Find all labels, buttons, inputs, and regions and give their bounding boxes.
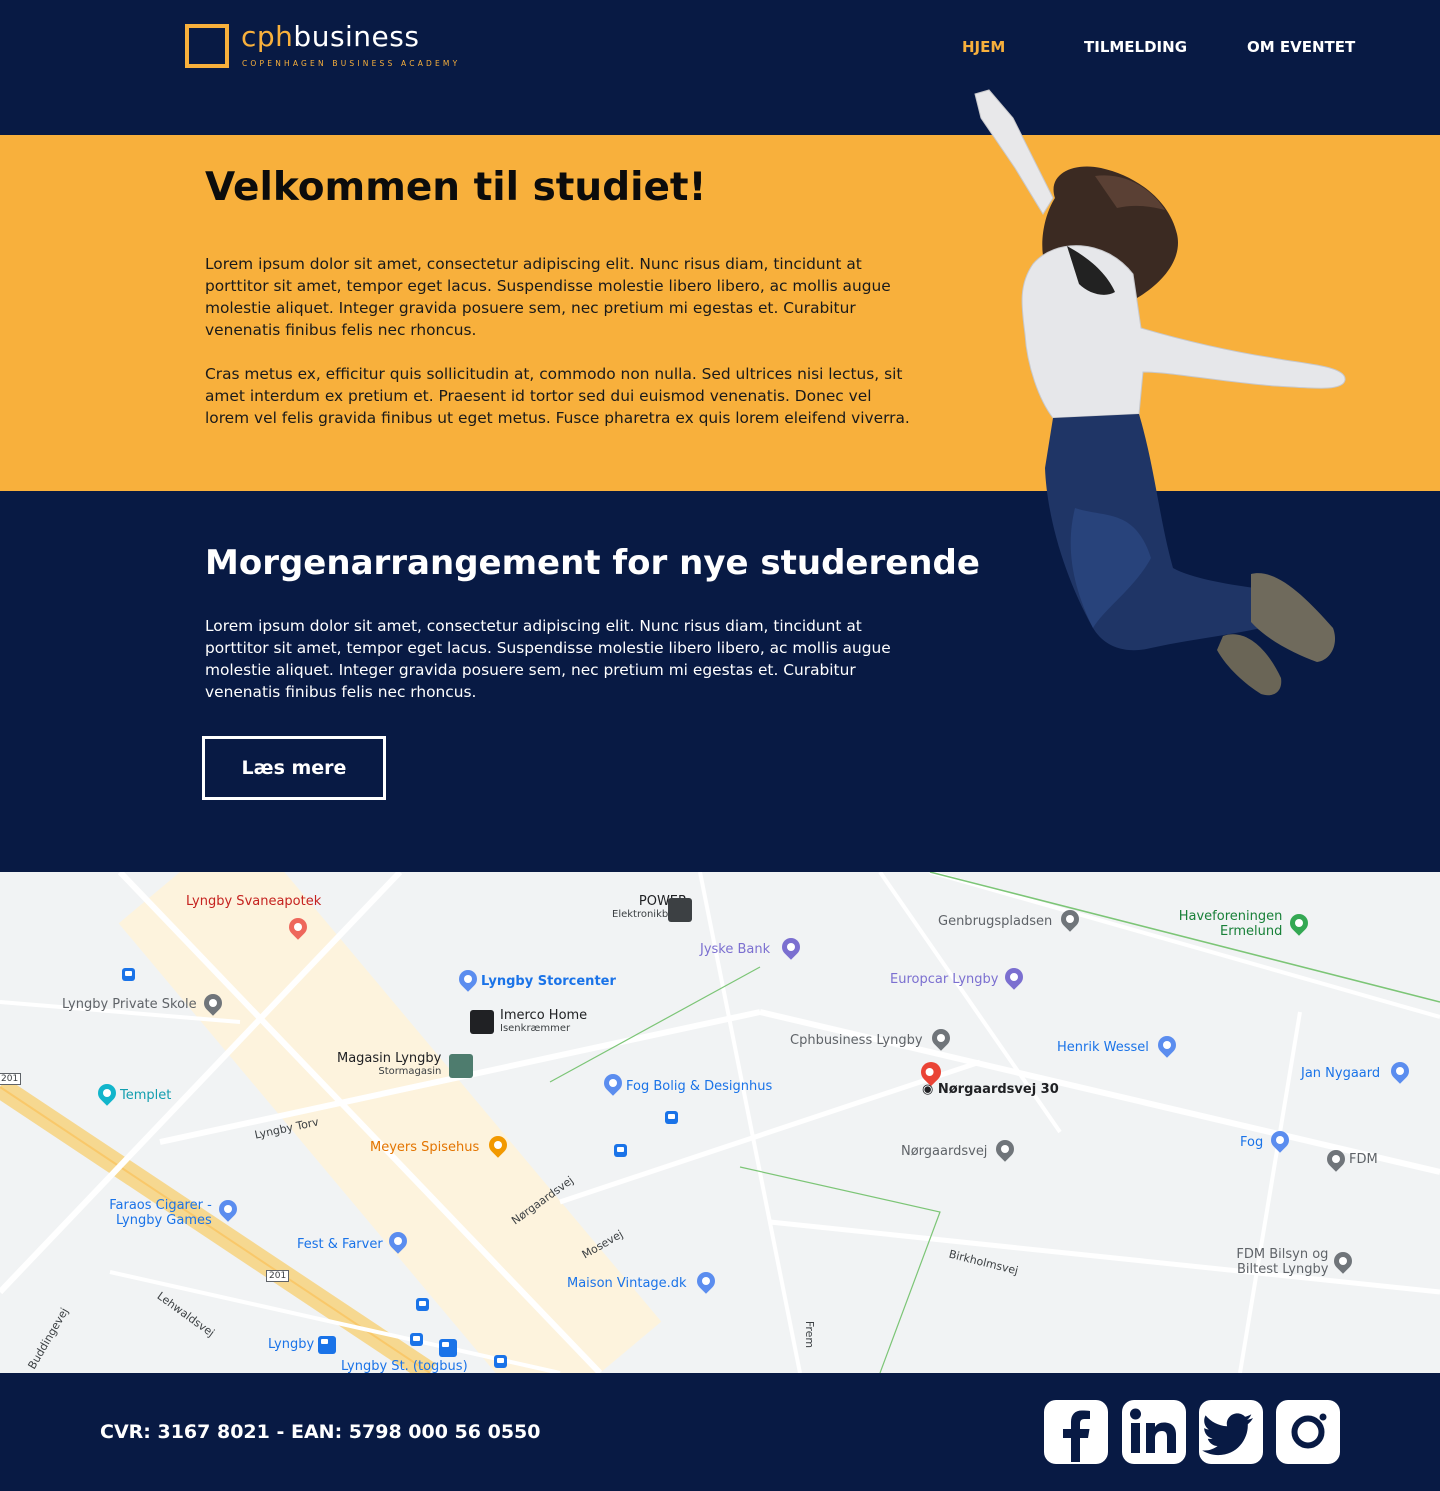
map-place-fdm[interactable]: FDM: [1349, 1152, 1378, 1167]
map-place-faraos[interactable]: Faraos Cigarer - Lyngby Games: [104, 1198, 212, 1228]
welcome-title: Velkommen til studiet!: [205, 165, 707, 210]
read-more-button[interactable]: Læs mere: [202, 736, 386, 800]
map-place-imerco[interactable]: Imerco Home Isenkræmmer: [500, 1008, 587, 1034]
map-place-templet[interactable]: Templet: [120, 1088, 171, 1103]
bus-stop-icon[interactable]: [494, 1355, 507, 1368]
logo-wordmark: cphbusiness: [241, 20, 420, 53]
road-label-frem: Frem: [803, 1320, 817, 1349]
map-place-storcenter[interactable]: Lyngby Storcenter: [481, 974, 616, 989]
linkedin-icon: [1130, 1408, 1176, 1453]
twitter-icon: [1202, 1413, 1253, 1456]
facebook-icon: [1063, 1410, 1090, 1462]
cphbusiness-logo[interactable]: cphbusiness COPENHAGEN BUSINESS ACADEMY: [185, 20, 457, 78]
facebook-link[interactable]: [1044, 1400, 1108, 1464]
map-place-meyers[interactable]: Meyers Spisehus: [370, 1140, 479, 1155]
map-place-svaneapotek[interactable]: Lyngby Svaneapotek: [186, 894, 321, 909]
instagram-link[interactable]: [1276, 1400, 1340, 1464]
imerco-store-icon[interactable]: [470, 1010, 494, 1034]
map-place-haveforeningen[interactable]: Haveforeningen Ermelund: [1178, 909, 1283, 939]
train-station-icon[interactable]: [318, 1336, 336, 1354]
bus-stop-icon[interactable]: [614, 1144, 627, 1157]
map-place-lyngby-station[interactable]: Lyngby: [268, 1337, 314, 1352]
event-paragraph: Lorem ipsum dolor sit amet, consectetur …: [205, 617, 891, 701]
map-place-cphbusiness[interactable]: Cphbusiness Lyngby: [790, 1033, 923, 1048]
logo-square-icon: [185, 24, 229, 68]
bus-stop-icon[interactable]: [416, 1298, 429, 1311]
linkedin-link[interactable]: [1122, 1400, 1186, 1464]
map-place-magasin[interactable]: Magasin Lyngby Stormagasin: [337, 1051, 441, 1077]
location-map[interactable]: Lyngby Svaneapotek POWER Elektronikbutik …: [0, 872, 1440, 1373]
map-place-lyngby-st[interactable]: Lyngby St. (togbus): [341, 1359, 468, 1373]
map-place-private-skole[interactable]: Lyngby Private Skole: [62, 997, 197, 1012]
magasin-store-icon[interactable]: [449, 1054, 473, 1078]
map-place-norgaardsvej[interactable]: Nørgaardsvej: [901, 1144, 987, 1159]
nav-item-om-eventet[interactable]: OM EVENTET: [1247, 38, 1355, 56]
map-place-jan-nygaard[interactable]: Jan Nygaard: [1301, 1066, 1380, 1081]
map-place-fog-bolig[interactable]: Fog Bolig & Designhus: [626, 1079, 772, 1094]
welcome-paragraph-2: Cras metus ex, efficitur quis sollicitud…: [205, 365, 910, 427]
map-place-jyske-bank[interactable]: Jyske Bank: [700, 942, 770, 957]
map-place-europcar[interactable]: Europcar Lyngby: [890, 972, 999, 987]
site-footer: CVR: 3167 8021 - EAN: 5798 000 56 0550: [0, 1373, 1440, 1491]
event-title: Morgenarrangement for nye studerende: [205, 543, 980, 583]
map-place-fest-farver[interactable]: Fest & Farver: [297, 1237, 383, 1252]
route-shield-201: 201: [266, 1270, 290, 1282]
route-shield-201: 201: [0, 1073, 22, 1085]
jumping-student-image: [974, 89, 1346, 696]
nav-item-hjem[interactable]: HJEM: [962, 38, 1005, 56]
map-place-fdm-bilsyn[interactable]: FDM Bilsyn og Biltest Lyngby: [1233, 1247, 1328, 1277]
map-place-target[interactable]: ◉ Nørgaardsvej 30: [922, 1082, 1059, 1097]
bus-stop-icon[interactable]: [410, 1333, 423, 1346]
welcome-paragraph-1: Lorem ipsum dolor sit amet, consectetur …: [205, 255, 891, 339]
bus-stop-icon[interactable]: [665, 1111, 678, 1124]
power-store-icon[interactable]: [668, 898, 692, 922]
company-info: CVR: 3167 8021 - EAN: 5798 000 56 0550: [100, 1421, 541, 1443]
logo-tagline: COPENHAGEN BUSINESS ACADEMY: [242, 59, 461, 68]
nav-item-tilmelding[interactable]: TILMELDING: [1084, 38, 1187, 56]
bus-station-icon[interactable]: [439, 1339, 457, 1357]
twitter-link[interactable]: [1199, 1400, 1263, 1464]
map-place-fog[interactable]: Fog: [1240, 1135, 1263, 1150]
map-place-maison-vintage[interactable]: Maison Vintage.dk: [567, 1276, 687, 1291]
map-place-genbrugspladsen[interactable]: Genbrugspladsen: [938, 914, 1052, 929]
map-place-henrik-wessel[interactable]: Henrik Wessel: [1057, 1040, 1149, 1055]
instagram-icon: [1291, 1413, 1327, 1449]
bus-stop-icon[interactable]: [122, 968, 135, 981]
